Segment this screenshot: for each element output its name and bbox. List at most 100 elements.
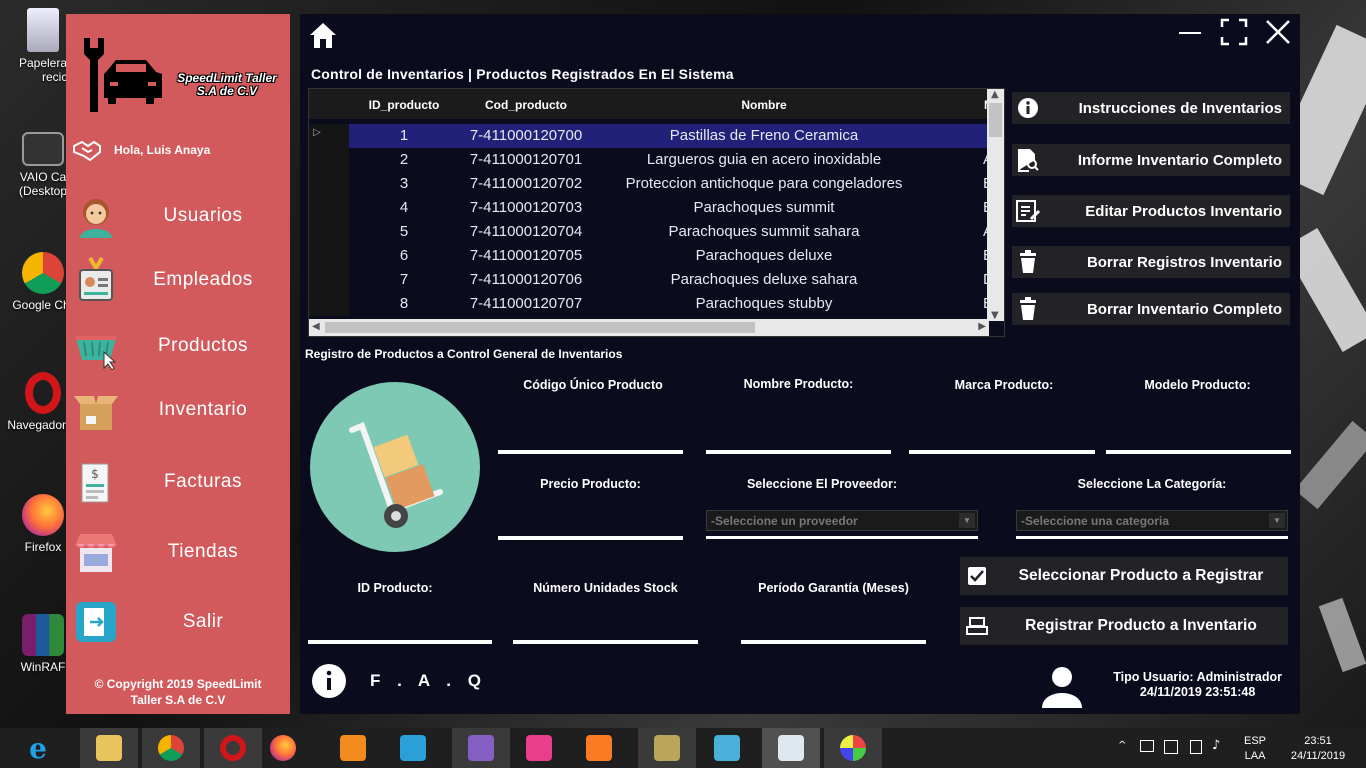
marca-input[interactable] <box>909 424 1095 450</box>
cell-cod: 7-411000120701 <box>469 151 583 168</box>
language-indicator[interactable]: ESP LAA <box>1244 734 1266 764</box>
paint-icon <box>840 735 866 761</box>
sublime-icon[interactable] <box>340 735 366 761</box>
select-underline <box>706 536 978 539</box>
horizontal-scrollbar[interactable]: ◀ ▶ <box>309 319 989 336</box>
tray-icon[interactable] <box>1140 740 1154 752</box>
input-underline <box>909 450 1095 454</box>
taskbar-opera[interactable] <box>204 728 262 768</box>
button-label: Registrar Producto a Inventario <box>1025 617 1257 634</box>
sidebar-item-tiendas[interactable]: Tiendas <box>72 524 286 580</box>
copyright-text: © Copyright 2019 SpeedLimit Taller S.A d… <box>66 676 290 708</box>
sidebar-item-inventario[interactable]: Inventario <box>72 382 286 438</box>
delete-records-button[interactable]: Borrar Registros Inventario <box>1012 246 1290 278</box>
app-icon[interactable] <box>714 735 740 761</box>
user-greeting: Hola, Luis Anaya <box>72 138 210 162</box>
cell-id: 8 <box>399 295 409 312</box>
register-product-button[interactable]: Registrar Producto a Inventario <box>960 607 1288 645</box>
invoice-icon: $ <box>81 463 109 503</box>
edit-products-button[interactable]: Editar Productos Inventario <box>1012 195 1290 227</box>
vertical-scrollbar[interactable]: ▲ ▼ <box>987 89 1004 321</box>
battery-icon[interactable] <box>1164 740 1178 754</box>
garantia-input[interactable] <box>741 614 926 640</box>
field-label: Código Único Producto <box>523 378 663 392</box>
select-product-button[interactable]: Seleccionar Producto a Registrar <box>960 557 1288 595</box>
scroll-up-icon[interactable]: ▲ <box>991 89 999 100</box>
column-header[interactable]: Nombre <box>593 98 935 112</box>
tray-chevron-icon[interactable]: ^ <box>1118 740 1126 751</box>
taskbar-visual-studio[interactable] <box>452 728 510 768</box>
field-label: Período Garantía (Meses) <box>758 581 909 595</box>
nombre-input[interactable] <box>706 424 891 450</box>
input-underline <box>706 450 891 454</box>
scroll-right-icon[interactable]: ▶ <box>978 321 986 332</box>
network-icon[interactable] <box>1190 740 1202 754</box>
scroll-thumb[interactable] <box>989 103 1002 137</box>
chrome-icon <box>22 252 64 294</box>
scroll-left-icon[interactable]: ◀ <box>312 321 320 332</box>
cell-nombre: Parachoques deluxe <box>695 247 833 264</box>
row-header <box>309 244 349 268</box>
taskbar-explorer[interactable] <box>80 728 138 768</box>
sidebar-item-facturas[interactable]: $ Facturas <box>72 454 286 510</box>
products-grid[interactable]: ID_producto Cod_producto Nombre M ▷ 1 7-… <box>308 88 1005 337</box>
sidebar-item-usuarios[interactable]: Usuarios <box>72 188 286 244</box>
wallpaper-shard <box>1294 420 1366 510</box>
instructions-button[interactable]: Instrucciones de Inventarios <box>1012 92 1290 124</box>
chrome-icon <box>158 735 184 761</box>
delete-all-button[interactable]: Borrar Inventario Completo <box>1012 293 1290 325</box>
modelo-input[interactable] <box>1106 424 1291 450</box>
select-value: -Seleccione un proveedor <box>711 514 858 528</box>
report-button[interactable]: Informe Inventario Completo <box>1012 144 1290 176</box>
table-row[interactable]: 3 7-411000120702 Proteccion antichoque p… <box>309 172 993 196</box>
close-icon[interactable] <box>1264 18 1292 46</box>
codigo-input[interactable] <box>498 424 683 450</box>
column-header[interactable]: Cod_producto <box>459 98 593 112</box>
column-header[interactable]: ID_producto <box>349 98 459 112</box>
row-header <box>309 292 349 316</box>
clock[interactable]: 23:51 24/11/2019 <box>1280 734 1356 764</box>
table-row[interactable]: 2 7-411000120701 Largueros guia en acero… <box>309 148 993 172</box>
categoria-select[interactable]: -Seleccione una categoria ▼ <box>1016 510 1288 531</box>
home-icon[interactable] <box>308 20 338 50</box>
sidebar-item-empleados[interactable]: Empleados <box>72 252 286 308</box>
sidebar-item-label: Usuarios <box>163 205 243 226</box>
taskbar-chrome[interactable] <box>142 728 200 768</box>
taskbar-tools[interactable] <box>638 728 696 768</box>
sidebar-item-label: Productos <box>157 335 249 356</box>
app-icon[interactable] <box>400 735 426 761</box>
table-row[interactable]: 8 7-411000120707 Parachoques stubby B <box>309 292 993 316</box>
app-icon[interactable] <box>526 735 552 761</box>
firefox-icon[interactable] <box>270 735 296 761</box>
sidebar-item-salir[interactable]: Salir <box>72 594 286 650</box>
clock-date: 24/11/2019 <box>1290 750 1346 762</box>
table-row[interactable]: ▷ 1 7-411000120700 Pastillas de Freno Ce… <box>309 124 989 148</box>
button-label: Informe Inventario Completo <box>1077 151 1282 169</box>
volume-icon[interactable]: ♪ <box>1212 738 1220 753</box>
sidebar-item-productos[interactable]: Productos <box>72 318 286 374</box>
sidebar-item-label: Salir <box>182 611 224 632</box>
scroll-down-icon[interactable]: ▼ <box>991 310 999 321</box>
store-icon <box>75 534 117 572</box>
ie-icon[interactable]: e <box>20 732 60 765</box>
taskbar-paint[interactable] <box>824 728 882 768</box>
faq-link[interactable]: F . A . Q <box>310 662 487 700</box>
visual-studio-icon <box>468 735 494 761</box>
table-row[interactable]: 4 7-411000120703 Parachoques summit B <box>309 196 993 220</box>
proveedor-select[interactable]: -Seleccione un proveedor ▼ <box>706 510 978 531</box>
basket-icon <box>76 336 117 370</box>
table-row[interactable]: 6 7-411000120705 Parachoques deluxe B <box>309 244 993 268</box>
xampp-icon[interactable] <box>586 735 612 761</box>
table-row[interactable]: 7 7-411000120706 Parachoques deluxe saha… <box>309 268 993 292</box>
scroll-thumb[interactable] <box>325 322 755 333</box>
taskbar-active-app[interactable] <box>762 728 820 768</box>
precio-input[interactable] <box>498 510 683 536</box>
id-input[interactable] <box>308 614 492 640</box>
table-row[interactable]: 5 7-411000120704 Parachoques summit saha… <box>309 220 993 244</box>
chevron-down-icon[interactable]: ▼ <box>1269 513 1285 528</box>
chevron-down-icon[interactable]: ▼ <box>959 513 975 528</box>
maximize-icon[interactable] <box>1220 18 1248 46</box>
minimize-icon[interactable] <box>1176 18 1204 46</box>
field-label: ID Producto: <box>357 581 433 595</box>
unidades-input[interactable] <box>513 614 698 640</box>
